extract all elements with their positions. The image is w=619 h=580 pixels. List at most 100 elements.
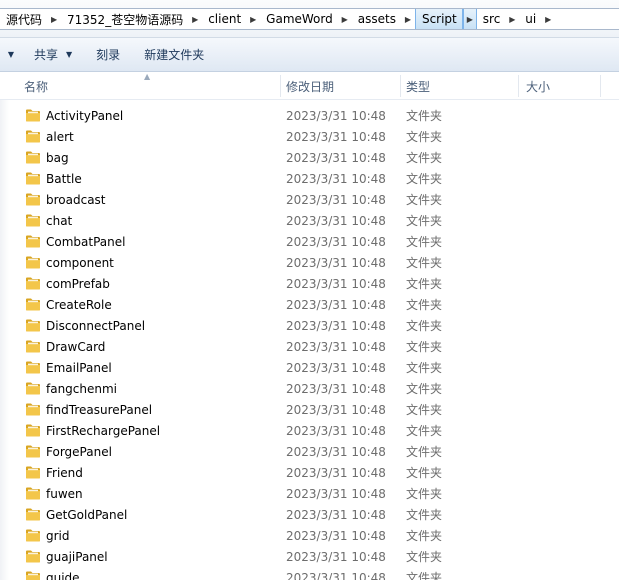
breadcrumb-item[interactable]: GameWord ▶ [260, 9, 352, 29]
breadcrumb-label: src [482, 12, 501, 26]
burn-button[interactable]: 刻录 [84, 43, 132, 67]
folder-icon [26, 277, 40, 290]
table-row[interactable]: alert 2023/3/31 10:48 文件夹 [0, 126, 619, 147]
chevron-right-icon[interactable]: ▶ [188, 9, 202, 29]
breadcrumb-item[interactable]: assets ▶ [352, 9, 415, 29]
column-size[interactable]: 大小 [520, 72, 600, 100]
organize-dropdown-icon[interactable]: ▼ [0, 50, 22, 59]
table-row[interactable]: broadcast 2023/3/31 10:48 文件夹 [0, 189, 619, 210]
table-row[interactable]: guajiPanel 2023/3/31 10:48 文件夹 [0, 546, 619, 567]
table-row[interactable]: grid 2023/3/31 10:48 文件夹 [0, 525, 619, 546]
file-date: 2023/3/31 10:48 [286, 150, 386, 165]
chevron-right-icon[interactable]: ▶ [246, 9, 260, 29]
table-row[interactable]: ForgePanel 2023/3/31 10:48 文件夹 [0, 441, 619, 462]
file-name: fangchenmi [46, 381, 118, 396]
column-name[interactable]: 名称 [18, 72, 280, 100]
share-label: 共享 [34, 48, 59, 62]
folder-icon [26, 298, 40, 311]
table-row[interactable]: findTreasurePanel 2023/3/31 10:48 文件夹 [0, 399, 619, 420]
folder-icon [26, 193, 40, 206]
table-row[interactable]: GetGoldPanel 2023/3/31 10:48 文件夹 [0, 504, 619, 525]
table-row[interactable]: Battle 2023/3/31 10:48 文件夹 [0, 168, 619, 189]
table-row[interactable]: EmailPanel 2023/3/31 10:48 文件夹 [0, 357, 619, 378]
table-row[interactable]: CombatPanel 2023/3/31 10:48 文件夹 [0, 231, 619, 252]
breadcrumb-item[interactable]: Script ▶ [414, 9, 477, 29]
table-row[interactable]: fuwen 2023/3/31 10:48 文件夹 [0, 483, 619, 504]
column-date[interactable]: 修改日期 [280, 72, 400, 100]
folder-icon [26, 109, 40, 122]
file-date: 2023/3/31 10:48 [286, 507, 386, 522]
file-name: component [46, 255, 114, 270]
column-type[interactable]: 类型 [400, 72, 518, 100]
file-date: 2023/3/31 10:48 [286, 318, 386, 333]
folder-icon [26, 445, 40, 458]
breadcrumb-item[interactable]: 源代码 ▶ [0, 9, 61, 29]
file-type: 文件夹 [406, 550, 443, 564]
file-type: 文件夹 [406, 529, 443, 543]
address-bar: 源代码 ▶ 71352_苍空物语源码 ▶ client ▶ GameWord ▶ assets ▶… [0, 0, 619, 38]
file-name: findTreasurePanel [46, 402, 153, 417]
file-date: 2023/3/31 10:48 [286, 528, 386, 543]
file-type: 文件夹 [406, 487, 443, 501]
breadcrumb-label: Script [414, 9, 463, 29]
table-row[interactable]: component 2023/3/31 10:48 文件夹 [0, 252, 619, 273]
table-row[interactable]: DisconnectPanel 2023/3/31 10:48 文件夹 [0, 315, 619, 336]
chevron-right-icon[interactable]: ▶ [541, 9, 555, 29]
breadcrumb-label: ui [525, 12, 537, 26]
chevron-right-icon[interactable]: ▶ [338, 9, 352, 29]
breadcrumb-item[interactable]: 71352_苍空物语源码 ▶ [61, 9, 202, 29]
file-name: chat [46, 213, 73, 228]
table-row[interactable]: chat 2023/3/31 10:48 文件夹 [0, 210, 619, 231]
breadcrumb-label: 源代码 [6, 12, 43, 27]
table-row[interactable]: bag 2023/3/31 10:48 文件夹 [0, 147, 619, 168]
file-type: 文件夹 [406, 340, 443, 354]
file-date: 2023/3/31 10:48 [286, 444, 386, 459]
file-date: 2023/3/31 10:48 [286, 234, 386, 249]
file-type: 文件夹 [406, 151, 443, 165]
table-row[interactable]: guide 2023/3/31 10:48 文件夹 [0, 567, 619, 580]
chevron-right-icon[interactable]: ▶ [47, 9, 61, 29]
file-name: GetGoldPanel [46, 507, 128, 522]
table-row[interactable]: CreateRole 2023/3/31 10:48 文件夹 [0, 294, 619, 315]
share-button[interactable]: 共享 ▼ [22, 43, 84, 67]
table-row[interactable]: DrawCard 2023/3/31 10:48 文件夹 [0, 336, 619, 357]
chevron-right-icon[interactable]: ▶ [462, 9, 477, 29]
file-date: 2023/3/31 10:48 [286, 192, 386, 207]
folder-icon [26, 571, 40, 580]
file-type: 文件夹 [406, 382, 443, 396]
new-folder-button[interactable]: 新建文件夹 [132, 43, 216, 67]
chevron-right-icon[interactable]: ▶ [505, 9, 519, 29]
breadcrumb-item[interactable]: src ▶ [477, 9, 520, 29]
table-row[interactable]: Friend 2023/3/31 10:48 文件夹 [0, 462, 619, 483]
table-row[interactable]: ActivityPanel 2023/3/31 10:48 文件夹 [0, 105, 619, 126]
explorer-window: 源代码 ▶ 71352_苍空物语源码 ▶ client ▶ GameWord ▶ assets ▶… [0, 0, 619, 580]
file-date: 2023/3/31 10:48 [286, 213, 386, 228]
file-name: DisconnectPanel [46, 318, 146, 333]
file-name: EmailPanel [46, 360, 112, 375]
table-row[interactable]: fangchenmi 2023/3/31 10:48 文件夹 [0, 378, 619, 399]
breadcrumb[interactable]: 源代码 ▶ 71352_苍空物语源码 ▶ client ▶ GameWord ▶ assets ▶… [0, 8, 619, 30]
column-divider[interactable] [518, 75, 519, 97]
table-row[interactable]: FirstRechargePanel 2023/3/31 10:48 文件夹 [0, 420, 619, 441]
folder-icon [26, 130, 40, 143]
breadcrumb-label: GameWord [266, 12, 333, 26]
file-date: 2023/3/31 10:48 [286, 171, 386, 186]
file-type: 文件夹 [406, 172, 443, 186]
folder-icon [26, 529, 40, 542]
chevron-right-icon[interactable]: ▶ [401, 9, 415, 29]
file-name: Friend [46, 465, 83, 480]
burn-label: 刻录 [96, 48, 121, 62]
file-type: 文件夹 [406, 445, 443, 459]
column-divider[interactable] [600, 75, 601, 97]
folder-icon [26, 256, 40, 269]
breadcrumb-item[interactable]: ui ▶ [519, 9, 555, 29]
breadcrumb-label: client [208, 12, 242, 26]
file-name: fuwen [46, 486, 83, 501]
folder-icon [26, 340, 40, 353]
breadcrumb-item[interactable]: client ▶ [202, 9, 260, 29]
file-date: 2023/3/31 10:48 [286, 276, 386, 291]
file-name: Battle [46, 171, 82, 186]
chevron-down-icon: ▼ [66, 50, 73, 59]
table-row[interactable]: comPrefab 2023/3/31 10:48 文件夹 [0, 273, 619, 294]
folder-icon [26, 487, 40, 500]
